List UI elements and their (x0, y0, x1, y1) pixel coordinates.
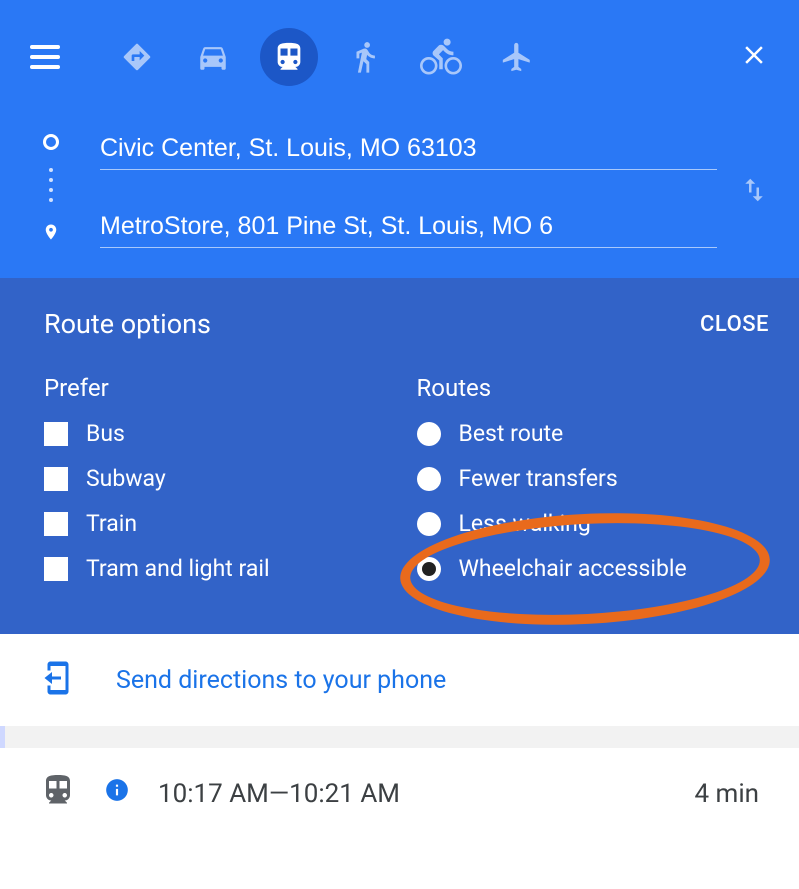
prefer-subway-checkbox[interactable]: Subway (44, 465, 397, 492)
route-options-panel: Route options CLOSE Prefer Bus Subway Tr… (0, 278, 799, 634)
prefer-bus-checkbox[interactable]: Bus (44, 420, 397, 447)
info-icon[interactable] (104, 777, 130, 810)
close-options-button[interactable]: CLOSE (700, 312, 769, 337)
destination-input[interactable] (100, 204, 717, 248)
cycling-tab[interactable] (412, 28, 470, 86)
directions-header (0, 0, 799, 278)
option-label: Wheelchair accessible (459, 555, 687, 582)
flights-tab[interactable] (488, 28, 546, 86)
location-fields (100, 126, 717, 254)
waypoint-markers (42, 126, 60, 254)
option-label: Bus (86, 420, 125, 447)
top-icon-row (30, 28, 769, 86)
route-best-radio[interactable]: Best route (417, 420, 770, 447)
route-result-row[interactable]: 10:17 AM—10:21 AM 4 min (0, 748, 799, 839)
prefer-tram-checkbox[interactable]: Tram and light rail (44, 555, 397, 582)
route-less-walking-radio[interactable]: Less walking (417, 510, 770, 537)
route-duration: 4 min (694, 779, 759, 809)
option-label: Subway (86, 465, 166, 492)
travel-mode-tabs (108, 28, 546, 86)
prefer-heading: Prefer (44, 374, 397, 402)
result-divider (0, 726, 799, 748)
origin-input[interactable] (100, 126, 717, 170)
menu-icon[interactable] (30, 45, 60, 69)
dots-icon (49, 168, 53, 202)
prefer-column: Prefer Bus Subway Train Tram and light r… (44, 374, 397, 600)
option-label: Fewer transfers (459, 465, 618, 492)
route-fewer-transfers-radio[interactable]: Fewer transfers (417, 465, 770, 492)
option-label: Best route (459, 420, 564, 447)
option-label: Tram and light rail (86, 555, 270, 582)
send-directions-row[interactable]: Send directions to your phone (0, 634, 799, 726)
best-route-tab[interactable] (108, 28, 166, 86)
route-wheelchair-radio[interactable]: Wheelchair accessible (417, 555, 770, 582)
transit-tab[interactable] (260, 28, 318, 86)
routes-heading: Routes (417, 374, 770, 402)
route-options-title: Route options (44, 308, 211, 340)
close-directions-icon[interactable] (739, 40, 769, 74)
prefer-train-checkbox[interactable]: Train (44, 510, 397, 537)
walking-tab[interactable] (336, 28, 394, 86)
routes-column: Routes Best route Fewer transfers Less w… (417, 374, 770, 600)
send-directions-label: Send directions to your phone (116, 666, 446, 695)
transit-result-icon (40, 772, 76, 815)
send-to-phone-icon (40, 660, 76, 700)
option-label: Less walking (459, 510, 591, 537)
locations-block (30, 126, 769, 254)
origin-dot-icon (43, 134, 59, 150)
option-label: Train (86, 510, 137, 537)
destination-pin-icon (42, 220, 60, 248)
driving-tab[interactable] (184, 28, 242, 86)
route-time-range: 10:17 AM—10:21 AM (158, 779, 400, 809)
swap-locations-icon[interactable] (739, 126, 769, 254)
